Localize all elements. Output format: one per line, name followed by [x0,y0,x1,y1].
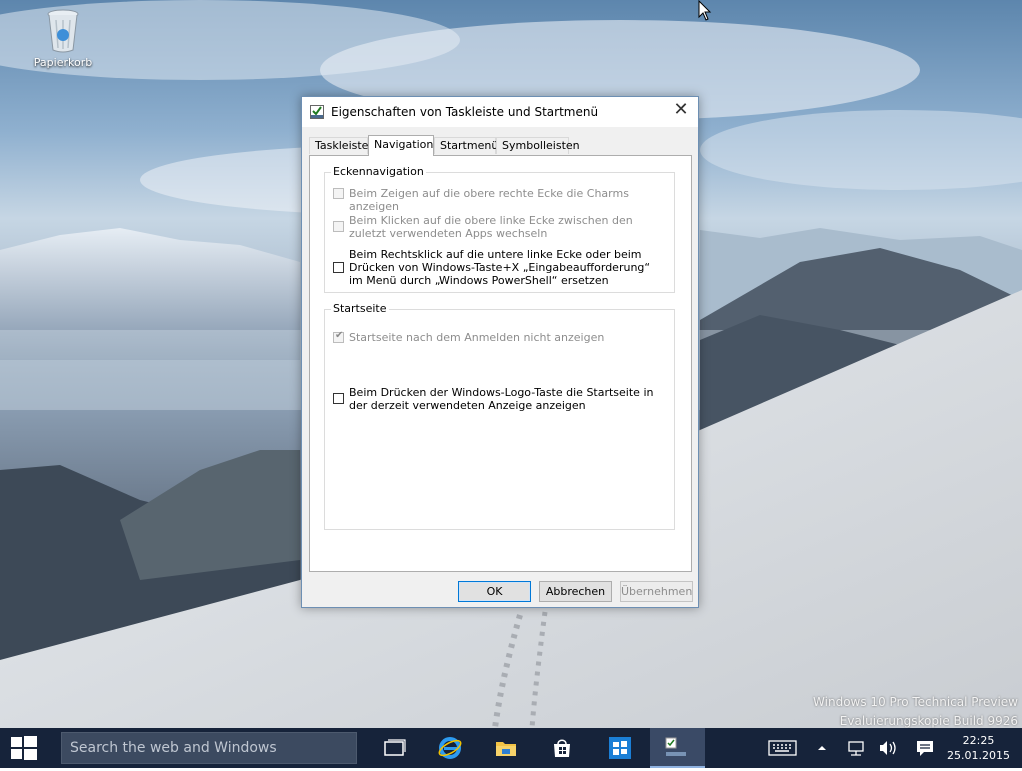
internet-explorer-icon [438,737,462,759]
start-page-group: Startseite ✔ Startseite nach dem Anmelde… [324,302,675,530]
watermark-line1: Windows 10 Pro Technical Preview [813,695,1018,709]
internet-explorer-button[interactable] [426,728,474,768]
store-icon [554,739,570,757]
taskbar: Search the web and Windows 22:25 25.01.2… [0,728,1022,768]
tab-label: Taskleiste [315,139,369,152]
option-label: Beim Klicken auf die obere linke Ecke zw… [349,214,633,240]
show-hidden-icons-icon [818,746,826,750]
recycle-bin-label: Papierkorb [33,56,93,69]
start-button[interactable] [0,728,48,768]
option-powershell-replace[interactable]: Beim Rechtsklick auf die untere linke Ec… [333,248,663,288]
network-button[interactable] [844,728,868,768]
action-center-button[interactable] [912,728,938,768]
dialog-title: Eigenschaften von Taskleiste und Startme… [331,105,599,119]
option-label: Startseite nach dem Anmelden nicht anzei… [349,331,605,344]
task-view-button[interactable] [371,728,419,768]
store-button[interactable] [538,728,586,768]
taskbar-properties-icon [310,105,324,119]
checkbox[interactable] [333,221,344,232]
windows-logo-icon [11,736,37,760]
tab-symbolleisten[interactable]: Symbolleisten [496,137,580,154]
taskbar-properties-task-button[interactable] [650,728,705,768]
touch-keyboard-button[interactable] [764,728,800,768]
show-hidden-icons-button[interactable] [812,728,832,768]
tab-label: Startmenü [440,139,499,152]
tab-taskleiste[interactable]: Taskleiste [309,137,368,154]
volume-button[interactable] [876,728,900,768]
checkbox[interactable] [333,188,344,199]
app-icon [609,737,631,759]
checkmark-icon: ✔ [335,330,344,341]
clock[interactable]: 22:25 25.01.2015 [947,733,1010,763]
option-charms-top-right[interactable]: Beim Zeigen auf die obere rechte Ecke di… [333,187,663,213]
option-start-on-current-display[interactable]: Beim Drücken der Windows-Logo-Taste die … [333,386,663,414]
file-explorer-button[interactable] [482,728,530,768]
build-watermark: Windows 10 Pro Technical Preview Evaluie… [813,693,1018,728]
search-placeholder: Search the web and Windows [70,740,277,756]
navigation-tab-panel: Eckennavigation Beim Zeigen auf die ober… [309,155,692,572]
task-view-icon [384,739,406,756]
close-button[interactable]: ✕ [664,97,698,125]
option-switch-apps-top-left[interactable]: Beim Klicken auf die obere linke Ecke zw… [333,214,663,242]
option-label: Beim Rechtsklick auf die untere linke Ec… [349,248,651,287]
option-skip-start-after-signin[interactable]: ✔ Startseite nach dem Anmelden nicht anz… [333,330,663,345]
watermark-line2: Evaluierungskopie Build 9926 [839,714,1018,728]
tab-label: Symbolleisten [502,139,580,152]
checkbox[interactable] [333,262,344,273]
ok-button[interactable]: OK [458,581,531,602]
checkbox[interactable]: ✔ [333,330,344,343]
tab-label: Navigation [374,138,434,151]
network-icon [848,741,864,756]
keyboard-icon [768,740,797,756]
option-label: Beim Drücken der Windows-Logo-Taste die … [349,386,654,412]
recycle-bin[interactable]: Papierkorb [28,6,98,69]
group-label: Eckennavigation [331,165,426,178]
dialog-titlebar[interactable]: Eigenschaften von Taskleiste und Startme… [302,97,698,127]
recycle-bin-icon [43,6,83,54]
clock-time: 22:25 [962,734,995,747]
tab-startmenu[interactable]: Startmenü [434,137,499,154]
taskbar-properties-icon [665,737,686,756]
cancel-button[interactable]: Abbrechen [539,581,612,602]
corner-navigation-group: Eckennavigation Beim Zeigen auf die ober… [324,165,675,293]
search-box[interactable]: Search the web and Windows [61,732,357,764]
group-label: Startseite [331,302,389,315]
taskbar-properties-dialog: Eigenschaften von Taskleiste und Startme… [301,96,699,608]
file-explorer-icon [496,742,516,756]
checkbox[interactable] [333,393,344,404]
action-center-icon [917,741,933,756]
clock-date: 25.01.2015 [947,749,1010,762]
tab-navigation[interactable]: Navigation [368,135,434,156]
close-icon: ✕ [673,99,689,120]
volume-icon [880,741,896,755]
apply-button[interactable]: Übernehmen [620,581,693,602]
tile-app-button[interactable] [596,728,644,768]
option-label: Beim Zeigen auf die obere rechte Ecke di… [349,187,629,213]
